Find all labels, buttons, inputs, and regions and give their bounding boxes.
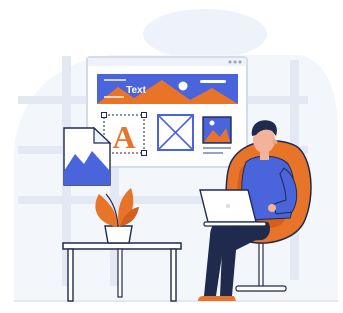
caption-line <box>203 147 231 149</box>
chair-post <box>258 239 264 289</box>
shoe <box>214 296 236 301</box>
sun-icon <box>178 81 188 91</box>
laptop-base <box>203 221 267 227</box>
type-sample-letter: A <box>112 119 135 155</box>
image-placeholder <box>157 114 194 151</box>
caption-line <box>203 152 223 154</box>
thumbnail-sun <box>209 120 215 126</box>
banner-line <box>104 96 124 98</box>
window-control-dot <box>233 60 237 64</box>
window-control-dot <box>238 60 242 64</box>
ear <box>272 139 278 145</box>
table-leg <box>170 248 177 302</box>
designer-illustration: Text A <box>14 9 338 302</box>
hand <box>268 204 276 212</box>
hero-banner: Text <box>97 74 238 104</box>
file-card <box>63 126 112 186</box>
background-blob <box>143 9 267 59</box>
table-leg <box>67 248 74 302</box>
banner-line <box>104 79 126 81</box>
selection-handle <box>141 112 147 118</box>
banner-text: Text <box>126 85 146 96</box>
selection-handle <box>101 112 107 118</box>
table-top <box>62 242 182 250</box>
banner-pill <box>200 80 226 83</box>
table-leg <box>117 248 123 298</box>
chair-base <box>235 285 287 292</box>
plant-pot <box>104 225 133 244</box>
laptop-logo <box>226 204 230 208</box>
selection-handle <box>141 150 147 156</box>
browser-titlebar <box>88 58 246 66</box>
window-control-dot <box>228 60 232 64</box>
photo-thumbnail <box>202 116 232 154</box>
